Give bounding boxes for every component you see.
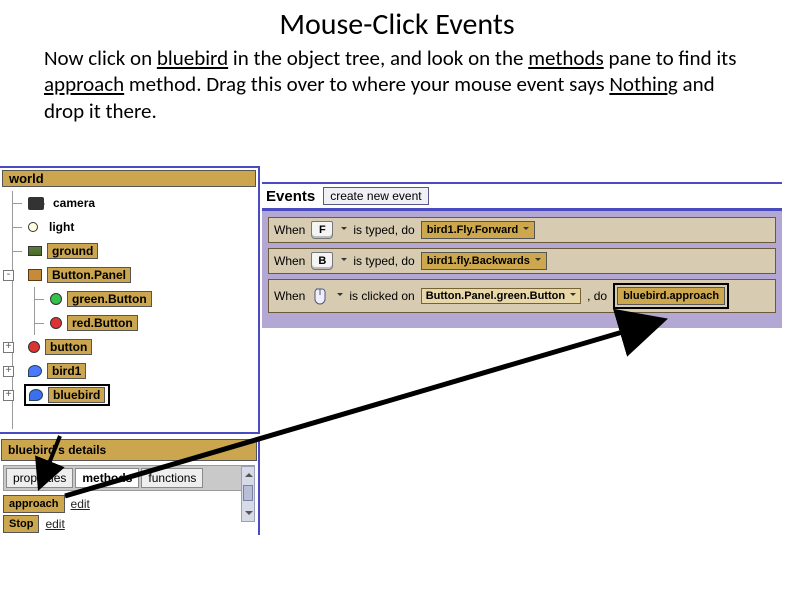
expand-icon[interactable]: +: [3, 390, 14, 401]
event-row[interactable]: When is clicked on Button.Panel.green.Bu…: [268, 279, 776, 313]
bulb-icon: [28, 222, 38, 232]
event-row[interactable]: When F is typed, do bird1.Fly.Forward: [268, 217, 776, 243]
camera-icon: [28, 197, 44, 210]
tab-methods[interactable]: methods: [75, 468, 139, 488]
key-f-icon: F: [311, 221, 333, 239]
tree-item-bluebird[interactable]: + bluebird: [6, 383, 258, 407]
bird-icon: [28, 365, 42, 377]
tree-item-camera[interactable]: camera: [6, 191, 258, 215]
events-title: Events: [266, 188, 315, 205]
green-button-icon: [50, 293, 62, 305]
edit-link[interactable]: edit: [71, 497, 90, 511]
action-tile-approach[interactable]: bluebird.approach: [617, 287, 725, 305]
method-tile-stop[interactable]: Stop: [3, 515, 39, 533]
ground-icon: [28, 246, 42, 256]
red-button-icon: [50, 317, 62, 329]
mouse-icon: [311, 287, 329, 305]
tree-root-world[interactable]: world: [2, 170, 256, 187]
edit-link[interactable]: edit: [45, 517, 64, 531]
expand-icon[interactable]: +: [3, 342, 14, 353]
tree-item-red-button[interactable]: red.Button: [6, 311, 258, 335]
details-panel: bluebird's details properties methods fu…: [0, 438, 260, 535]
details-header: bluebird's details: [1, 439, 257, 461]
event-target-chip[interactable]: Button.Panel.green.Button: [421, 288, 581, 304]
tree-item-ground[interactable]: ground: [6, 239, 258, 263]
events-panel: Events create new event When F is typed,…: [262, 182, 782, 328]
event-row[interactable]: When B is typed, do bird1.fly.Backwards: [268, 248, 776, 274]
details-tabs: properties methods functions: [3, 465, 255, 491]
panel-icon: [28, 269, 42, 281]
method-tile-approach[interactable]: approach: [3, 495, 65, 513]
page-title: Mouse-Click Events: [0, 6, 794, 43]
collapse-icon[interactable]: -: [3, 270, 14, 281]
action-tile[interactable]: bird1.Fly.Forward: [421, 221, 535, 239]
details-scrollbar[interactable]: [241, 466, 255, 522]
tab-functions[interactable]: functions: [141, 468, 203, 488]
key-b-icon: B: [311, 252, 333, 270]
tree-item-light[interactable]: light: [6, 215, 258, 239]
object-tree-panel: world camera light ground - Button.: [0, 166, 260, 434]
expand-icon[interactable]: +: [3, 366, 14, 377]
tab-properties[interactable]: properties: [6, 468, 73, 488]
tree-item-button-panel[interactable]: - Button.Panel: [6, 263, 258, 287]
button-icon: [28, 341, 40, 353]
tree-item-green-button[interactable]: green.Button: [6, 287, 258, 311]
create-event-button[interactable]: create new event: [323, 187, 428, 205]
bluebird-icon: [29, 389, 43, 401]
instruction-text: Now click on bluebird in the object tree…: [44, 45, 750, 124]
tree-item-button[interactable]: + button: [6, 335, 258, 359]
action-tile[interactable]: bird1.fly.Backwards: [421, 252, 547, 270]
tree-item-bird1[interactable]: + bird1: [6, 359, 258, 383]
